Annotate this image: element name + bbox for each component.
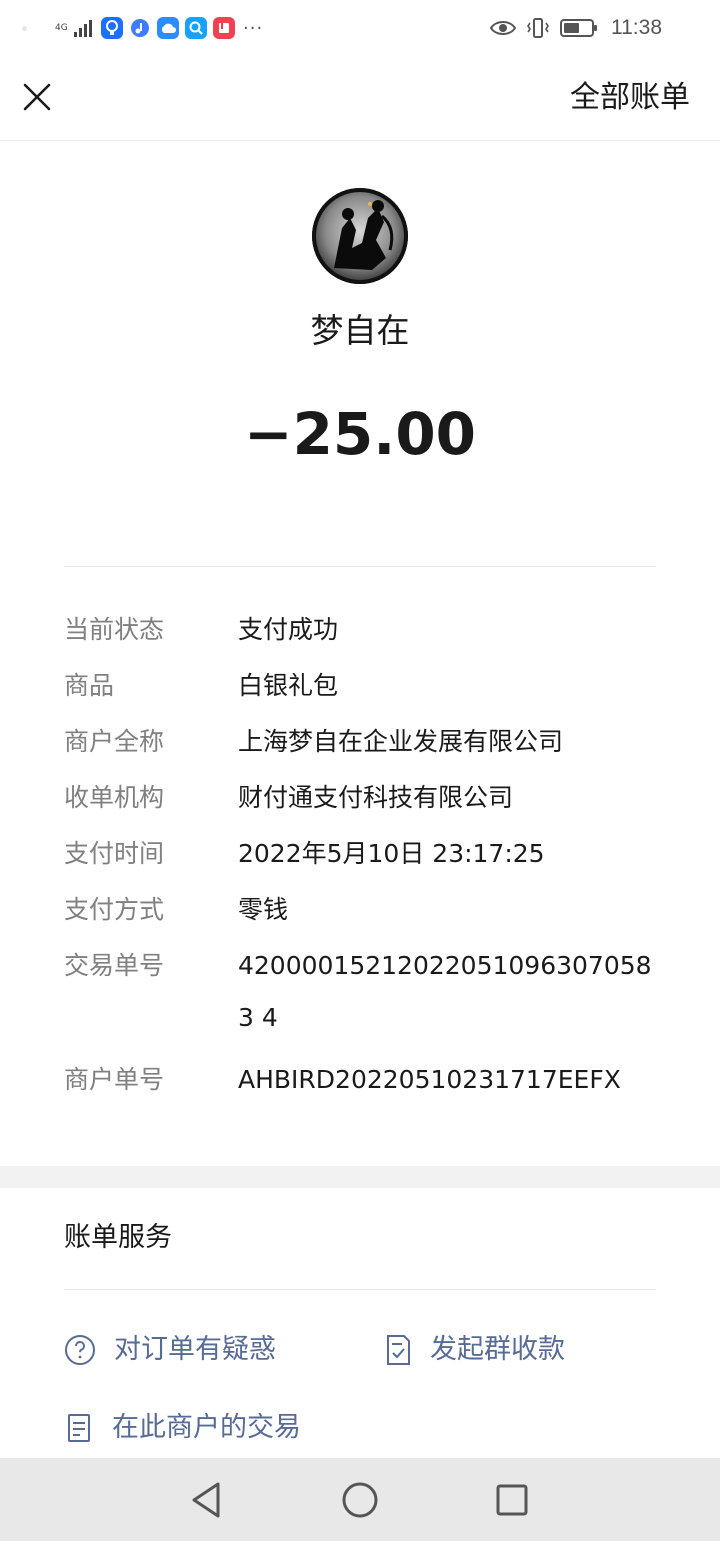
group-collect-button[interactable]: 发起群收款 bbox=[384, 1330, 565, 1370]
detail-row-pay-method: 支付方式 零钱 bbox=[64, 890, 664, 930]
detail-label: 支付时间 bbox=[64, 839, 165, 868]
home-circle-icon[interactable] bbox=[340, 1480, 380, 1520]
battery-icon bbox=[560, 19, 597, 37]
app-cloud-icon bbox=[157, 17, 179, 39]
bill-services-title: 账单服务 bbox=[64, 1222, 172, 1253]
detail-row-transaction-id: 交易单号 420000152120220510963070583 4 bbox=[64, 946, 664, 1044]
app-search-icon bbox=[185, 17, 207, 39]
section-separator bbox=[0, 1166, 720, 1188]
divider bbox=[64, 1289, 656, 1290]
detail-value: 零钱 bbox=[238, 895, 289, 924]
detail-row-status: 当前状态 支付成功 bbox=[64, 610, 664, 650]
detail-value: 2022年5月10日 23:17:25 bbox=[238, 839, 545, 868]
receipt-check-icon bbox=[387, 1335, 410, 1365]
system-nav-bar bbox=[0, 1458, 720, 1541]
detail-value: 上海梦自在企业发展有限公司 bbox=[238, 727, 564, 756]
vibrate-icon bbox=[527, 18, 549, 38]
transaction-details: 当前状态 支付成功 商品 白银礼包 商户全称 上海梦自在企业发展有限公司 收单机… bbox=[64, 610, 664, 1116]
network-type: 4G bbox=[55, 22, 68, 33]
clock: 11:38 bbox=[611, 16, 662, 39]
eye-icon bbox=[490, 21, 516, 35]
detail-row-merchant-order-id: 商户单号 AHBIRD20220510231717EEFX bbox=[64, 1060, 664, 1100]
detail-value: 支付成功 bbox=[238, 615, 339, 644]
recents-square-icon[interactable] bbox=[492, 1480, 532, 1520]
detail-label: 支付方式 bbox=[64, 895, 165, 924]
detail-label: 商户全称 bbox=[64, 727, 165, 756]
detail-row-merchant-full-name: 商户全称 上海梦自在企业发展有限公司 bbox=[64, 722, 664, 762]
detail-value: 白银礼包 bbox=[238, 671, 339, 700]
all-bills-button[interactable]: 全部账单 bbox=[570, 78, 690, 118]
detail-row-acquirer: 收单机构 财付通支付科技有限公司 bbox=[64, 778, 664, 818]
app-bulb-icon bbox=[101, 17, 123, 39]
detail-label: 商品 bbox=[64, 671, 115, 700]
app-book-icon bbox=[213, 17, 235, 39]
detail-row-product: 商品 白银礼包 bbox=[64, 666, 664, 706]
merchant-avatar bbox=[312, 188, 408, 284]
signal-icon bbox=[74, 20, 92, 37]
order-question-button[interactable]: 对订单有疑惑 bbox=[64, 1330, 276, 1370]
group-collect-label: 发起群收款 bbox=[430, 1334, 565, 1365]
app-music-icon bbox=[129, 17, 151, 39]
document-list-icon bbox=[68, 1414, 90, 1442]
detail-label: 商户单号 bbox=[64, 1065, 165, 1094]
detail-label: 交易单号 bbox=[64, 951, 165, 980]
merchant-transactions-label: 在此商户的交易 bbox=[112, 1412, 301, 1443]
back-triangle-icon[interactable] bbox=[186, 1480, 226, 1520]
merchant-name: 梦自在 bbox=[310, 311, 410, 350]
detail-value: AHBIRD20220510231717EEFX bbox=[238, 1065, 621, 1094]
detail-row-pay-time: 支付时间 2022年5月10日 23:17:25 bbox=[64, 834, 664, 874]
order-question-label: 对订单有疑惑 bbox=[114, 1334, 276, 1365]
close-icon[interactable] bbox=[20, 80, 54, 114]
detail-label: 当前状态 bbox=[64, 615, 165, 644]
notification-dot bbox=[22, 25, 27, 31]
status-bar: 4G ··· 11:38 bbox=[0, 0, 720, 56]
divider bbox=[64, 566, 656, 567]
question-circle-icon bbox=[65, 1335, 95, 1365]
top-bar: 全部账单 bbox=[0, 56, 720, 141]
transaction-amount: −25.00 bbox=[243, 400, 477, 468]
transaction-id-value: 420000152120220510963070583 4 bbox=[238, 951, 652, 1032]
detail-value: 财付通支付科技有限公司 bbox=[238, 783, 514, 812]
merchant-transactions-button[interactable]: 在此商户的交易 bbox=[64, 1408, 301, 1448]
detail-label: 收单机构 bbox=[64, 783, 165, 812]
more-dots-icon: ··· bbox=[243, 17, 264, 39]
